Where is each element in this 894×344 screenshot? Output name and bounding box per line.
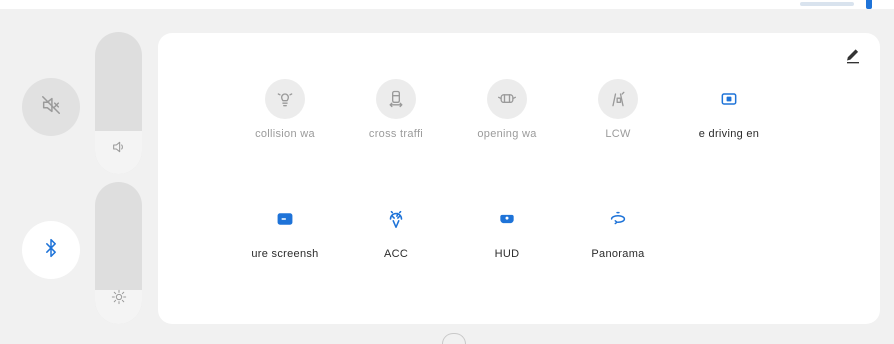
panorama-icon [598,199,638,239]
bluetooth-icon [41,238,61,263]
cross-traffic-icon [376,79,416,119]
tile-lcw[interactable]: LCW [567,79,669,159]
top-indicator [866,0,872,9]
edit-button[interactable] [842,47,864,69]
tile-label: LCW [605,128,631,140]
brightness-icon [111,289,127,310]
tile-acc[interactable]: ACC [345,199,447,279]
top-indicator-faint [800,2,854,6]
speaker-muted-icon [40,94,62,121]
tile-label: ACC [383,248,409,260]
bluetooth-button[interactable] [22,221,80,279]
acc-icon [376,199,416,239]
tile-label: ure screensh [251,248,319,260]
collision-warning-icon [265,79,305,119]
speaker-icon [111,139,127,160]
tile-panorama[interactable]: Panorama [567,199,669,279]
brightness-slider[interactable] [95,182,142,324]
tile-label: collision wa [255,128,315,140]
tile-cross-traffic[interactable]: cross traffi [345,79,447,159]
top-status-strip [0,0,894,9]
tile-door-opening-warning[interactable]: opening wa [456,79,558,159]
home-indicator[interactable] [442,333,466,344]
lane-change-icon [598,79,638,119]
tile-label: cross traffi [368,128,424,140]
screen-icon [709,79,749,119]
tile-label: HUD [494,248,520,260]
mute-button[interactable] [22,78,80,136]
tile-label: e driving en [698,128,760,140]
door-opening-icon [487,79,527,119]
tile-capture-screenshot[interactable]: ure screensh [234,199,336,279]
tile-driving-environment[interactable]: e driving en [678,79,780,159]
quick-controls-panel: collision wa cross traffi opening wa LCW… [158,33,880,324]
tile-label: Panorama [591,248,645,260]
pencil-icon [844,47,862,70]
tile-label: opening wa [477,128,537,140]
screenshot-icon [265,199,305,239]
volume-slider[interactable] [95,32,142,174]
tile-hud[interactable]: HUD [456,199,558,279]
tile-collision-warning[interactable]: collision wa [234,79,336,159]
hud-icon [487,199,527,239]
